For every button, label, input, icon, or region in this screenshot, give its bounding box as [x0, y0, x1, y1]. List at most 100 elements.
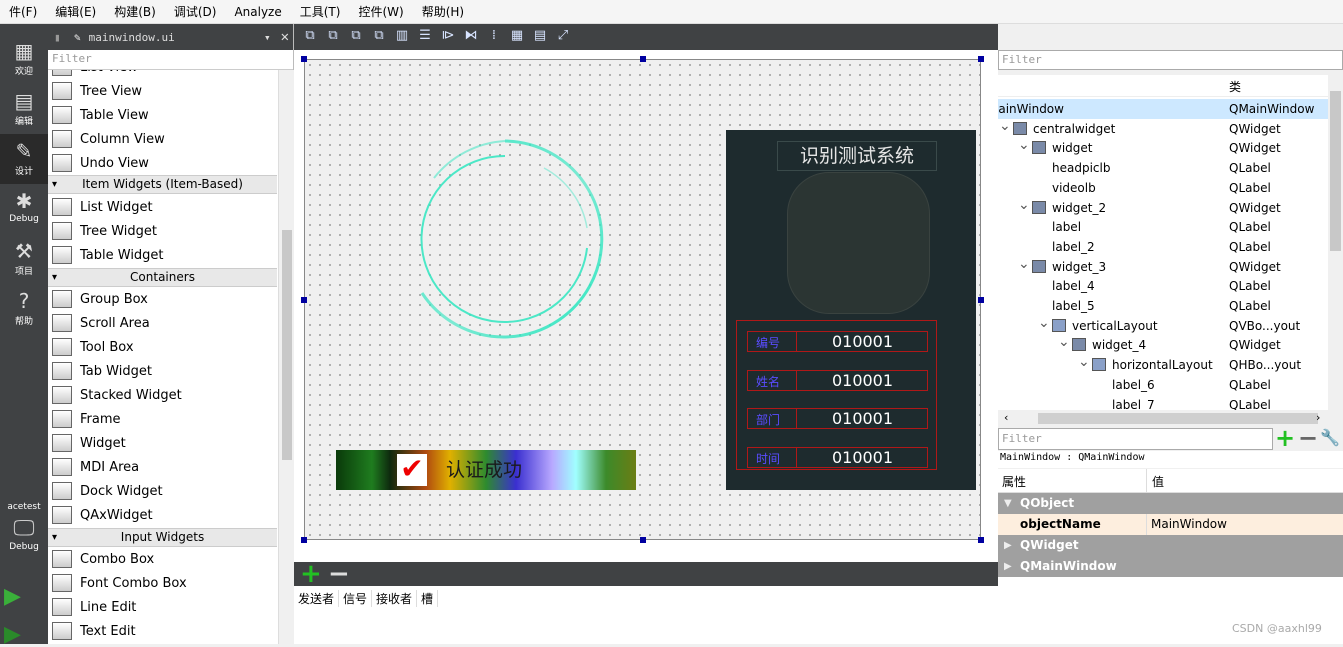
- layout-v-splitter-icon[interactable]: ⧑: [463, 28, 479, 44]
- widget-category[interactable]: ▾ Item Widgets (Item-Based): [48, 175, 277, 194]
- widget-item[interactable]: Tool Box: [48, 335, 277, 359]
- widget-item[interactable]: Column View: [48, 127, 277, 151]
- widget-item[interactable]: Scroll Area: [48, 311, 277, 335]
- mode-pencil[interactable]: ✎ 设计: [0, 134, 48, 184]
- chevron-down-icon[interactable]: ⌄: [1078, 352, 1090, 372]
- widget-item[interactable]: Group Box: [48, 287, 277, 311]
- layout-form-icon[interactable]: ⁞: [486, 28, 502, 44]
- object-tree-row[interactable]: ⌄ widget_3 QWidget: [998, 254, 1328, 277]
- widget-item[interactable]: Font Combo Box: [48, 571, 277, 595]
- object-tree-row[interactable]: label_4 QLabel: [998, 276, 1328, 296]
- menu-item[interactable]: 工具(T): [291, 3, 350, 20]
- chevron-down-icon[interactable]: ⌄: [1018, 254, 1030, 274]
- object-tree-row[interactable]: videolb QLabel: [998, 178, 1328, 198]
- hscroll-thumb[interactable]: [1038, 413, 1318, 424]
- widget-item[interactable]: Tree View: [48, 79, 277, 103]
- edit-tab-order-icon[interactable]: ⧉: [371, 28, 387, 44]
- widget-item[interactable]: Table Widget: [48, 243, 277, 267]
- debug-run-icon[interactable]: ▶: [4, 622, 21, 647]
- menu-item[interactable]: 控件(W): [349, 3, 412, 20]
- object-tree-row[interactable]: label_7 QLabel: [998, 395, 1328, 411]
- object-tree-row[interactable]: ⌄ horizontalLayout QHBo...yout: [998, 352, 1328, 375]
- signal-slot-column-header[interactable]: 发送者: [294, 589, 340, 607]
- widget-box-scrollbar[interactable]: [278, 70, 294, 644]
- kit-selector[interactable]: acetest 🖵 Debug: [0, 502, 48, 552]
- menu-item[interactable]: 构建(B): [105, 3, 165, 20]
- edit-widgets-icon[interactable]: ⧉: [302, 28, 318, 44]
- menu-item[interactable]: 帮助(H): [413, 3, 473, 20]
- layout-horizontal-icon[interactable]: ▥: [394, 28, 410, 44]
- menu-item[interactable]: 件(F): [0, 3, 46, 20]
- widget-item[interactable]: Undo View: [48, 151, 277, 175]
- selection-handle[interactable]: [301, 297, 307, 303]
- break-layout-icon[interactable]: ▤: [532, 28, 548, 44]
- selection-handle[interactable]: [640, 537, 646, 543]
- widget-item[interactable]: List Widget: [48, 195, 277, 219]
- widget-item[interactable]: Widget: [48, 431, 277, 455]
- signal-slot-column-header[interactable]: 信号: [339, 589, 373, 607]
- widget-item[interactable]: Table View: [48, 103, 277, 127]
- chevron-down-icon[interactable]: ⌄: [1058, 332, 1070, 352]
- widget-item[interactable]: List View: [48, 70, 277, 79]
- signal-slot-table[interactable]: [294, 610, 998, 644]
- widget-item[interactable]: QAxWidget: [48, 503, 277, 527]
- widget-item[interactable]: Line Edit: [48, 595, 277, 619]
- selection-handle[interactable]: [640, 56, 646, 62]
- mode-document[interactable]: ▤ 编辑: [0, 84, 48, 134]
- wrench-icon[interactable]: 🔧: [1320, 428, 1340, 447]
- chevron-down-icon[interactable]: ⌄: [1018, 195, 1030, 215]
- object-tree-row[interactable]: ⌄ centralwidget QWidget: [998, 116, 1328, 139]
- property-section-qwidget[interactable]: ▶ QWidget: [998, 535, 1343, 556]
- object-tree-row[interactable]: headpiclb QLabel: [998, 158, 1328, 178]
- value-column-header[interactable]: 值: [1152, 473, 1164, 490]
- object-tree-row[interactable]: ⌄ widget_2 QWidget: [998, 195, 1328, 218]
- widget-item[interactable]: Tab Widget: [48, 359, 277, 383]
- scroll-left-icon[interactable]: ‹: [1004, 411, 1008, 424]
- mode-grid[interactable]: ▦ 欢迎: [0, 34, 48, 84]
- remove-connection-icon[interactable]: −: [328, 561, 350, 587]
- edit-buddies-icon[interactable]: ⧉: [348, 28, 364, 44]
- mode-wrench[interactable]: ⚒ 项目: [0, 234, 48, 284]
- selection-handle[interactable]: [978, 297, 984, 303]
- widget-item[interactable]: Dock Widget: [48, 479, 277, 503]
- object-tree-row[interactable]: ⌄ verticalLayout QVBo...yout: [998, 313, 1328, 336]
- property-column-header[interactable]: 属性: [1002, 473, 1026, 490]
- property-filter-input[interactable]: Filter: [998, 428, 1273, 450]
- object-tree-row[interactable]: ⌄ widget QWidget: [998, 135, 1328, 158]
- menu-item[interactable]: 调试(D): [165, 3, 226, 20]
- layout-vertical-icon[interactable]: ☰: [417, 28, 433, 44]
- object-tree-row[interactable]: ⌄ widget_4 QWidget: [998, 332, 1328, 355]
- mode-help[interactable]: ? 帮助: [0, 284, 48, 334]
- object-name-value[interactable]: MainWindow: [1151, 514, 1227, 535]
- widget-item[interactable]: Text Edit: [48, 619, 277, 643]
- property-section-qmainwindow[interactable]: ▶ QMainWindow: [998, 556, 1343, 577]
- object-filter-input[interactable]: Filter: [998, 50, 1343, 70]
- chevron-down-icon[interactable]: ⌄: [1038, 313, 1050, 333]
- edit-signals-icon[interactable]: ⧉: [325, 28, 341, 44]
- widget-category[interactable]: ▾ Input Widgets: [48, 528, 277, 547]
- layout-grid-icon[interactable]: ▦: [509, 28, 525, 44]
- chevron-down-icon[interactable]: ⌄: [1018, 135, 1030, 155]
- file-selector-bar[interactable]: ▮ ✎ mainwindow.ui ▾ ✕: [48, 24, 293, 50]
- widget-item[interactable]: Frame: [48, 407, 277, 431]
- widget-filter-input[interactable]: Filter: [48, 50, 293, 70]
- scroll-right-icon[interactable]: ›: [1316, 411, 1320, 424]
- class-column-header[interactable]: 类: [1229, 75, 1241, 99]
- object-tree-row[interactable]: label QLabel: [998, 217, 1328, 237]
- selection-handle[interactable]: [301, 56, 307, 62]
- mode-bug[interactable]: ✱ Debug: [0, 184, 48, 234]
- menu-item[interactable]: 编辑(E): [46, 3, 105, 20]
- selection-handle[interactable]: [301, 537, 307, 543]
- object-tree-vscroll[interactable]: [1328, 75, 1343, 410]
- add-connection-icon[interactable]: +: [300, 561, 322, 587]
- signal-slot-column-header[interactable]: 槽: [417, 589, 439, 607]
- widget-item[interactable]: Combo Box: [48, 547, 277, 571]
- object-name-row[interactable]: objectName MainWindow: [998, 514, 1343, 535]
- selection-handle[interactable]: [978, 56, 984, 62]
- remove-property-icon[interactable]: −: [1298, 426, 1318, 450]
- widget-item[interactable]: Stacked Widget: [48, 383, 277, 407]
- object-tree-row[interactable]: label_6 QLabel: [998, 375, 1328, 395]
- chevron-down-icon[interactable]: ⌄: [999, 116, 1011, 136]
- object-tree-row[interactable]: label_2 QLabel: [998, 237, 1328, 257]
- selection-handle[interactable]: [978, 537, 984, 543]
